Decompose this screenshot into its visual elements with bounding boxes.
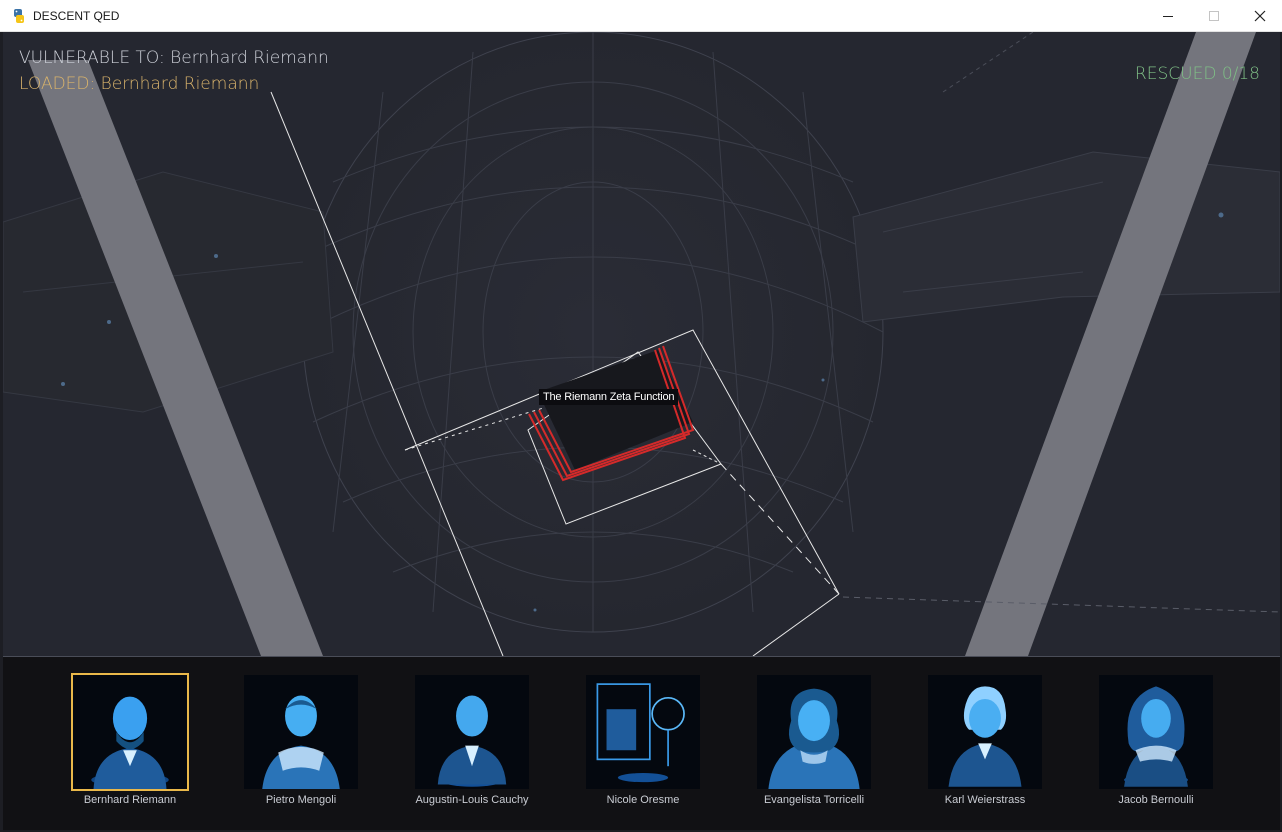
rescued-counter: RESCUED 0/18 xyxy=(1134,64,1260,84)
roster-card[interactable]: Evangelista Torricelli xyxy=(739,673,889,813)
loaded-label: LOADED: Bernhard Riemann xyxy=(19,74,260,94)
portrait-karl-weierstrass[interactable] xyxy=(928,675,1042,789)
portrait-nicole-oresme[interactable] xyxy=(586,675,700,789)
hologram-bust-icon xyxy=(91,696,169,789)
roster-card[interactable]: Bernhard Riemann xyxy=(55,673,205,813)
window-title: DESCENT QED xyxy=(33,9,120,23)
portrait-augustin-louis-cauchy[interactable] xyxy=(415,675,529,789)
roster-card[interactable]: Karl Weierstrass xyxy=(910,673,1060,813)
scene-wireframe xyxy=(3,32,1280,656)
hologram-bust-icon xyxy=(948,686,1022,787)
target-tooltip: The Riemann Zeta Function xyxy=(539,389,679,405)
hologram-bust-icon xyxy=(1124,686,1188,787)
hologram-bust-icon xyxy=(768,688,860,789)
minimize-button[interactable] xyxy=(1145,0,1191,32)
python-icon xyxy=(14,9,24,23)
roster-name: Bernhard Riemann xyxy=(83,794,177,806)
roster-name: Jacob Bernoulli xyxy=(1118,794,1194,806)
maximize-button[interactable] xyxy=(1191,0,1237,32)
roster-card[interactable]: Augustin-Louis Cauchy xyxy=(397,673,547,813)
roster-name: Pietro Mengoli xyxy=(265,794,337,806)
close-icon xyxy=(1254,10,1266,22)
right-beam xyxy=(965,32,1256,656)
side-arm xyxy=(852,151,1280,323)
wireframe-sphere xyxy=(302,32,884,633)
portrait-pietro-mengoli[interactable] xyxy=(244,675,358,789)
vulnerable-label: VULNERABLE TO: Bernhard Riemann xyxy=(19,48,329,68)
roster-name: Evangelista Torricelli xyxy=(763,794,865,806)
game-viewport[interactable]: VULNERABLE TO: Bernhard Riemann LOADED: … xyxy=(3,32,1280,656)
portrait-evangelista-torricelli[interactable] xyxy=(757,675,871,789)
hologram-bust-icon xyxy=(262,695,340,789)
guide-line xyxy=(942,32,1034,93)
hologram-bust-icon xyxy=(437,695,507,787)
portrait-bernhard-riemann[interactable] xyxy=(71,673,189,791)
portrait-jacob-bernoulli[interactable] xyxy=(1099,675,1213,789)
title-bar: DESCENT QED xyxy=(0,0,1282,32)
minimize-icon xyxy=(1163,16,1173,17)
character-tray: Bernhard Riemann Pietro Mengoli Augustin… xyxy=(3,656,1280,830)
roster-card[interactable]: Pietro Mengoli xyxy=(226,673,376,813)
close-button[interactable] xyxy=(1237,0,1282,32)
roster-card[interactable]: Jacob Bernoulli xyxy=(1081,673,1231,813)
roster-name: Augustin-Louis Cauchy xyxy=(415,794,529,806)
roster-name: Nicole Oresme xyxy=(606,794,680,806)
roster-card[interactable]: Nicole Oresme xyxy=(568,673,718,813)
roster-name: Karl Weierstrass xyxy=(944,794,1026,806)
horizon-line xyxy=(842,596,1280,613)
hologram-scene-icon xyxy=(596,683,685,783)
maximize-icon xyxy=(1209,11,1219,21)
